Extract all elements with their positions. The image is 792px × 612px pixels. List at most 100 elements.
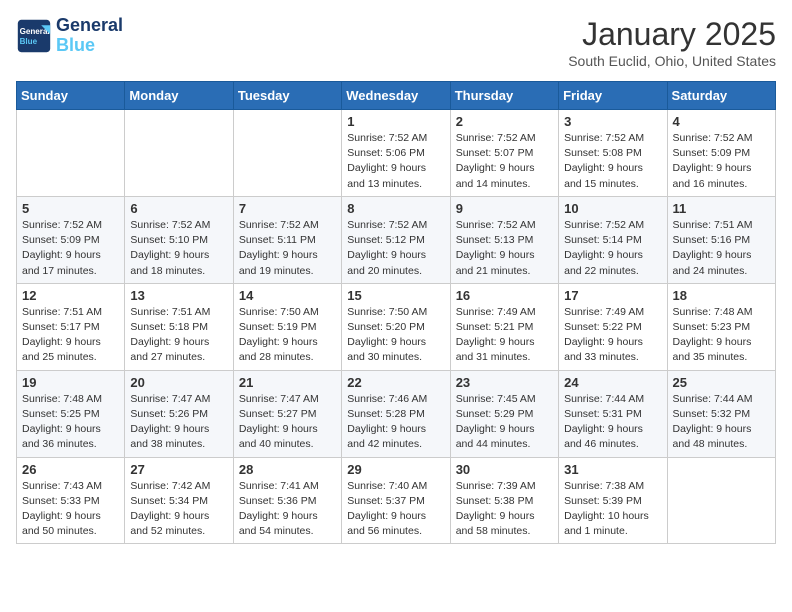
weekday-header-tuesday: Tuesday	[233, 82, 341, 110]
day-info: Sunrise: 7:42 AMSunset: 5:34 PMDaylight:…	[130, 479, 227, 540]
day-cell: 4 Sunrise: 7:52 AMSunset: 5:09 PMDaylight…	[667, 110, 775, 197]
day-cell: 6Sunrise: 7:52 AMSunset: 5:10 PMDaylight…	[125, 196, 233, 283]
day-cell: 26 Sunrise: 7:43 AMSunset: 5:33 PMDayligh…	[17, 457, 125, 544]
day-number: 8	[347, 201, 444, 216]
day-cell: 9 Sunrise: 7:52 AMSunset: 5:13 PMDaylight…	[450, 196, 558, 283]
day-number: 7	[239, 201, 336, 216]
day-info: Sunrise: 7:41 AMSunset: 5:36 PMDaylight:…	[239, 479, 336, 540]
weekday-header-thursday: Thursday	[450, 82, 558, 110]
day-number: 3	[564, 114, 661, 129]
day-info: Sunrise: 7:48 AMSunset: 5:25 PMDaylight:…	[22, 392, 119, 453]
day-number: 22	[347, 375, 444, 390]
day-info: Sunrise: 7:49 AMSunset: 5:21 PMDaylight:…	[456, 305, 553, 366]
day-cell: 8 Sunrise: 7:52 AMSunset: 5:12 PMDaylight…	[342, 196, 450, 283]
day-cell: 5 Sunrise: 7:52 AMSunset: 5:09 PMDaylight…	[17, 196, 125, 283]
day-info: Sunrise: 7:40 AMSunset: 5:37 PMDaylight:…	[347, 479, 444, 540]
weekday-header-friday: Friday	[559, 82, 667, 110]
day-cell: 13 Sunrise: 7:51 AMSunset: 5:18 PMDayligh…	[125, 283, 233, 370]
month-title: January 2025	[568, 16, 776, 53]
day-cell: 3 Sunrise: 7:52 AMSunset: 5:08 PMDaylight…	[559, 110, 667, 197]
day-info: Sunrise: 7:47 AMSunset: 5:26 PMDaylight:…	[130, 392, 227, 453]
day-info: Sunrise: 7:44 AMSunset: 5:32 PMDaylight:…	[673, 392, 770, 453]
week-row-5: 26 Sunrise: 7:43 AMSunset: 5:33 PMDayligh…	[17, 457, 776, 544]
day-number: 13	[130, 288, 227, 303]
day-cell: 21Sunrise: 7:47 AMSunset: 5:27 PMDayligh…	[233, 370, 341, 457]
day-cell: 15 Sunrise: 7:50 AMSunset: 5:20 PMDayligh…	[342, 283, 450, 370]
day-cell: 10 Sunrise: 7:52 AMSunset: 5:14 PMDayligh…	[559, 196, 667, 283]
day-number: 9	[456, 201, 553, 216]
day-info: Sunrise: 7:44 AMSunset: 5:31 PMDaylight:…	[564, 392, 661, 453]
day-number: 19	[22, 375, 119, 390]
day-number: 18	[673, 288, 770, 303]
day-info: Sunrise: 7:52 AMSunset: 5:12 PMDaylight:…	[347, 218, 444, 279]
day-number: 4	[673, 114, 770, 129]
day-info: Sunrise: 7:52 AMSunset: 5:06 PMDaylight:…	[347, 131, 444, 192]
day-number: 21	[239, 375, 336, 390]
day-info: Sunrise: 7:43 AMSunset: 5:33 PMDaylight:…	[22, 479, 119, 540]
day-info: Sunrise: 7:52 AMSunset: 5:13 PMDaylight:…	[456, 218, 553, 279]
day-info: Sunrise: 7:52 AMSunset: 5:09 PMDaylight:…	[22, 218, 119, 279]
day-cell	[125, 110, 233, 197]
title-block: January 2025 South Euclid, Ohio, United …	[568, 16, 776, 69]
week-row-3: 12Sunrise: 7:51 AMSunset: 5:17 PMDayligh…	[17, 283, 776, 370]
day-info: Sunrise: 7:52 AMSunset: 5:09 PMDaylight:…	[673, 131, 770, 192]
day-number: 27	[130, 462, 227, 477]
day-info: Sunrise: 7:46 AMSunset: 5:28 PMDaylight:…	[347, 392, 444, 453]
weekday-header-wednesday: Wednesday	[342, 82, 450, 110]
logo-icon: General Blue	[16, 18, 52, 54]
week-row-4: 19 Sunrise: 7:48 AMSunset: 5:25 PMDayligh…	[17, 370, 776, 457]
day-info: Sunrise: 7:50 AMSunset: 5:19 PMDaylight:…	[239, 305, 336, 366]
day-cell: 27 Sunrise: 7:42 AMSunset: 5:34 PMDayligh…	[125, 457, 233, 544]
day-info: Sunrise: 7:52 AMSunset: 5:10 PMDaylight:…	[130, 218, 227, 279]
day-info: Sunrise: 7:38 AMSunset: 5:39 PMDaylight:…	[564, 479, 661, 540]
day-info: Sunrise: 7:45 AMSunset: 5:29 PMDaylight:…	[456, 392, 553, 453]
day-cell: 28 Sunrise: 7:41 AMSunset: 5:36 PMDayligh…	[233, 457, 341, 544]
day-number: 28	[239, 462, 336, 477]
day-cell: 2 Sunrise: 7:52 AMSunset: 5:07 PMDaylight…	[450, 110, 558, 197]
day-info: Sunrise: 7:48 AMSunset: 5:23 PMDaylight:…	[673, 305, 770, 366]
calendar-table: SundayMondayTuesdayWednesdayThursdayFrid…	[16, 81, 776, 544]
weekday-header-saturday: Saturday	[667, 82, 775, 110]
day-info: Sunrise: 7:52 AMSunset: 5:08 PMDaylight:…	[564, 131, 661, 192]
day-cell: 1 Sunrise: 7:52 AMSunset: 5:06 PMDaylight…	[342, 110, 450, 197]
day-cell: 7 Sunrise: 7:52 AMSunset: 5:11 PMDaylight…	[233, 196, 341, 283]
day-info: Sunrise: 7:51 AMSunset: 5:18 PMDaylight:…	[130, 305, 227, 366]
day-cell: 23Sunrise: 7:45 AMSunset: 5:29 PMDayligh…	[450, 370, 558, 457]
day-number: 11	[673, 201, 770, 216]
day-info: Sunrise: 7:50 AMSunset: 5:20 PMDaylight:…	[347, 305, 444, 366]
day-cell: 19 Sunrise: 7:48 AMSunset: 5:25 PMDayligh…	[17, 370, 125, 457]
day-number: 10	[564, 201, 661, 216]
day-cell: 14 Sunrise: 7:50 AMSunset: 5:19 PMDayligh…	[233, 283, 341, 370]
day-number: 1	[347, 114, 444, 129]
day-number: 17	[564, 288, 661, 303]
day-cell: 17Sunrise: 7:49 AMSunset: 5:22 PMDayligh…	[559, 283, 667, 370]
day-number: 30	[456, 462, 553, 477]
day-number: 25	[673, 375, 770, 390]
day-number: 16	[456, 288, 553, 303]
day-info: Sunrise: 7:51 AMSunset: 5:16 PMDaylight:…	[673, 218, 770, 279]
day-cell: 20 Sunrise: 7:47 AMSunset: 5:26 PMDayligh…	[125, 370, 233, 457]
day-cell: 24Sunrise: 7:44 AMSunset: 5:31 PMDayligh…	[559, 370, 667, 457]
day-info: Sunrise: 7:52 AMSunset: 5:14 PMDaylight:…	[564, 218, 661, 279]
logo-text: General Blue	[56, 16, 123, 56]
day-cell: 16 Sunrise: 7:49 AMSunset: 5:21 PMDayligh…	[450, 283, 558, 370]
day-cell: 11 Sunrise: 7:51 AMSunset: 5:16 PMDayligh…	[667, 196, 775, 283]
day-number: 5	[22, 201, 119, 216]
day-number: 12	[22, 288, 119, 303]
day-info: Sunrise: 7:52 AMSunset: 5:11 PMDaylight:…	[239, 218, 336, 279]
day-info: Sunrise: 7:39 AMSunset: 5:38 PMDaylight:…	[456, 479, 553, 540]
day-number: 20	[130, 375, 227, 390]
day-cell: 12Sunrise: 7:51 AMSunset: 5:17 PMDayligh…	[17, 283, 125, 370]
weekday-header-monday: Monday	[125, 82, 233, 110]
day-cell: 29 Sunrise: 7:40 AMSunset: 5:37 PMDayligh…	[342, 457, 450, 544]
day-number: 26	[22, 462, 119, 477]
location: South Euclid, Ohio, United States	[568, 53, 776, 69]
page-header: General Blue General Blue January 2025 S…	[16, 16, 776, 69]
day-number: 2	[456, 114, 553, 129]
day-number: 31	[564, 462, 661, 477]
day-number: 15	[347, 288, 444, 303]
day-number: 14	[239, 288, 336, 303]
day-number: 29	[347, 462, 444, 477]
week-row-2: 5 Sunrise: 7:52 AMSunset: 5:09 PMDaylight…	[17, 196, 776, 283]
day-info: Sunrise: 7:52 AMSunset: 5:07 PMDaylight:…	[456, 131, 553, 192]
